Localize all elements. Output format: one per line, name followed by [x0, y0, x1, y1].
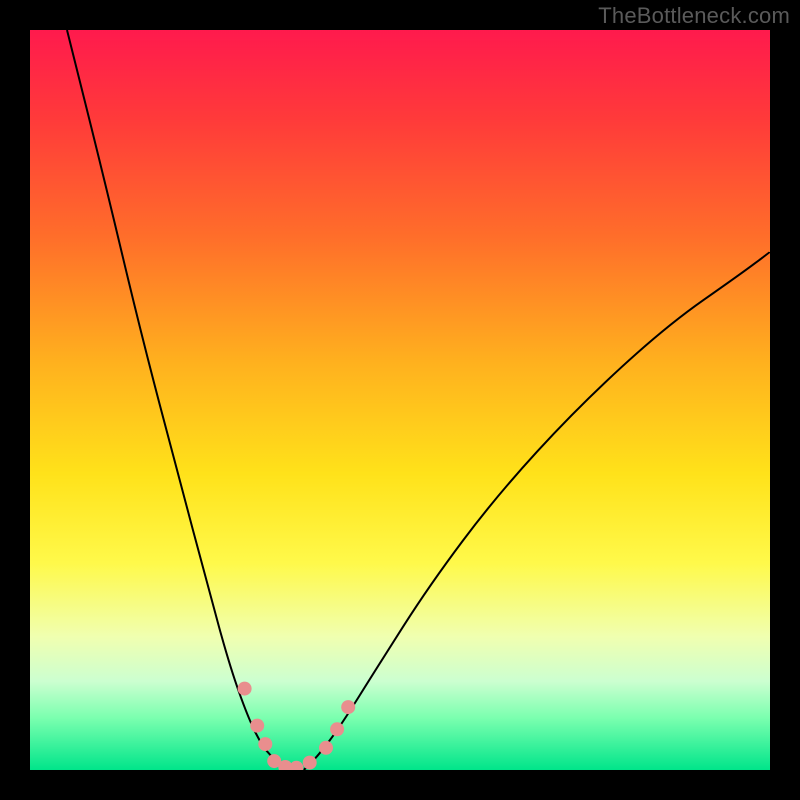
marker-5 [289, 761, 303, 770]
marker-0 [238, 682, 252, 696]
markers-group [238, 682, 356, 770]
chart-plot-area [30, 30, 770, 770]
marker-2 [258, 737, 272, 751]
watermark-text: TheBottleneck.com [598, 3, 790, 29]
marker-7 [319, 741, 333, 755]
marker-1 [250, 719, 264, 733]
curve-left-branch [67, 30, 289, 770]
chart-frame: TheBottleneck.com [0, 0, 800, 800]
marker-9 [341, 700, 355, 714]
curve-right-branch [304, 252, 770, 770]
chart-svg [30, 30, 770, 770]
marker-6 [303, 756, 317, 770]
curve-left-branch [67, 30, 289, 770]
curve-right-branch [304, 252, 770, 770]
marker-8 [330, 722, 344, 736]
